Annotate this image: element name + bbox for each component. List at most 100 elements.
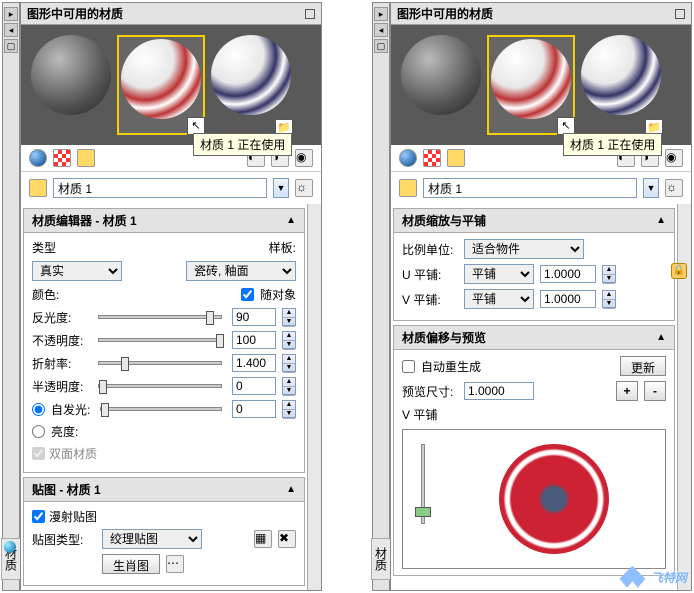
opacity-slider[interactable] bbox=[98, 338, 222, 342]
texture-icon-1[interactable]: ▦ bbox=[254, 530, 272, 548]
collapse-icon[interactable]: ▲ bbox=[286, 215, 296, 226]
translucency-slider[interactable] bbox=[98, 384, 222, 388]
vtile-value[interactable] bbox=[540, 290, 596, 308]
name-extra-icon-r[interactable]: ☼ bbox=[665, 179, 683, 197]
selfillum-value[interactable] bbox=[232, 400, 276, 418]
new-material-icon-r[interactable] bbox=[399, 149, 417, 167]
collapse-icon[interactable]: ▲ bbox=[286, 484, 296, 495]
textures-rollout: 贴图 - 材质 1 ▲ 漫射贴图 贴图类型: 绞理贴图 bbox=[23, 477, 305, 586]
lock-icon[interactable]: 🔒 bbox=[671, 263, 677, 279]
per-object-checkbox[interactable] bbox=[241, 288, 254, 301]
zoom-in-button[interactable]: + bbox=[616, 381, 638, 401]
template-select[interactable]: 瓷砖, 釉面 bbox=[186, 261, 296, 281]
panel-menu-icon-r[interactable] bbox=[675, 9, 685, 19]
vtile-spinner[interactable]: ▲▼ bbox=[602, 290, 616, 308]
v-slider-thumb[interactable] bbox=[415, 507, 431, 517]
name-dropdown-arrow-r[interactable]: ▼ bbox=[643, 178, 659, 198]
zodiac-button[interactable]: 生肖图 bbox=[102, 554, 160, 574]
translucency-value[interactable] bbox=[232, 377, 276, 395]
collapse-icon[interactable]: ▲ bbox=[656, 332, 666, 343]
reflectivity-label: 反光度: bbox=[32, 309, 88, 326]
tab-icon-3r[interactable]: ▢ bbox=[374, 39, 388, 53]
refraction-value[interactable] bbox=[232, 354, 276, 372]
panel-title-right: 图形中可用的材质 bbox=[391, 3, 691, 25]
scaling-rollout: 材质缩放与平铺 ▲ 比例单位: 适合物件 U 平铺: 平铺 bbox=[393, 208, 675, 321]
autoregen-label: 自动重生成 bbox=[421, 358, 481, 375]
folder-icon-r[interactable] bbox=[447, 149, 465, 167]
panel-title-text: 图形中可用的材质 bbox=[27, 5, 123, 22]
twosided-checkbox bbox=[32, 447, 45, 460]
tab-icon-2r[interactable]: ◂ bbox=[374, 23, 388, 37]
brightness-label: 亮度: bbox=[51, 423, 78, 440]
swatch-blue-r[interactable]: 📁 bbox=[581, 35, 661, 135]
preview-size-label: 预览尺寸: bbox=[402, 383, 458, 400]
utile-spinner[interactable]: ▲▼ bbox=[602, 265, 616, 283]
refraction-spinner[interactable]: ▲▼ bbox=[282, 354, 296, 372]
vtile-label: V 平铺: bbox=[402, 291, 458, 308]
tab-icon-1[interactable]: ▸ bbox=[4, 7, 18, 21]
swatch-selected[interactable]: ↖ bbox=[117, 35, 205, 135]
preview-area bbox=[402, 429, 666, 569]
refraction-slider[interactable] bbox=[98, 361, 222, 365]
new-material-icon[interactable] bbox=[29, 149, 47, 167]
collapse-icon[interactable]: ▲ bbox=[656, 215, 666, 226]
vtile-mode-select[interactable]: 平铺 bbox=[464, 289, 534, 309]
panel-title-text-r: 图形中可用的材质 bbox=[397, 5, 493, 22]
scaling-header[interactable]: 材质缩放与平铺 ▲ bbox=[394, 209, 674, 233]
material-name-input[interactable] bbox=[53, 178, 267, 198]
tab-icon-1r[interactable]: ▸ bbox=[374, 7, 388, 21]
left-side-tabs: ▸ ◂ ▢ 材质 bbox=[2, 2, 20, 591]
refraction-label: 折射率: bbox=[32, 355, 88, 372]
zoom-out-button[interactable]: - bbox=[644, 381, 666, 401]
preview-size-value[interactable] bbox=[464, 382, 534, 400]
scale-select[interactable]: 适合物件 bbox=[464, 239, 584, 259]
scrollbar-left[interactable] bbox=[307, 204, 321, 590]
opacity-spinner[interactable]: ▲▼ bbox=[282, 331, 296, 349]
reflectivity-slider[interactable] bbox=[98, 315, 222, 319]
tool-icon-3[interactable]: ◉ bbox=[295, 149, 313, 167]
texture-icon-2[interactable]: ✖ bbox=[278, 530, 296, 548]
diffuse-checkbox[interactable] bbox=[32, 510, 45, 523]
panel-menu-icon[interactable] bbox=[305, 9, 315, 19]
reflectivity-spinner[interactable]: ▲▼ bbox=[282, 308, 296, 326]
utile-mode-select[interactable]: 平铺 bbox=[464, 264, 534, 284]
swatch-gray-r[interactable] bbox=[401, 35, 481, 135]
checker-icon-r[interactable] bbox=[423, 149, 441, 167]
v-slider[interactable] bbox=[421, 444, 425, 524]
tab-icon-2[interactable]: ◂ bbox=[4, 23, 18, 37]
tool-icon-3r[interactable]: ◉ bbox=[665, 149, 683, 167]
material-editor-header[interactable]: 材质编辑器 - 材质 1 ▲ bbox=[24, 209, 304, 233]
translucency-spinner[interactable]: ▲▼ bbox=[282, 377, 296, 395]
name-dropdown-arrow[interactable]: ▼ bbox=[273, 178, 289, 198]
textures-header[interactable]: 贴图 - 材质 1 ▲ bbox=[24, 478, 304, 502]
selfillum-spinner[interactable]: ▲▼ bbox=[282, 400, 296, 418]
update-button[interactable]: 更新 bbox=[620, 356, 666, 376]
color-label: 颜色: bbox=[32, 286, 88, 303]
brightness-radio[interactable] bbox=[32, 425, 45, 438]
selfillum-radio[interactable] bbox=[32, 403, 45, 416]
name-folder-icon[interactable] bbox=[29, 179, 47, 197]
texture-extra-icon[interactable]: ⋯ bbox=[166, 555, 184, 573]
utile-value[interactable] bbox=[540, 265, 596, 283]
swatch-selected-r[interactable]: ↖ bbox=[487, 35, 575, 135]
preview-rollout: 材质偏移与预览 ▲ 自动重生成 更新 预览尺寸: bbox=[393, 325, 675, 576]
opacity-value[interactable] bbox=[232, 331, 276, 349]
vertical-tab-materials-r[interactable]: 材质 bbox=[371, 538, 392, 580]
selfillum-slider[interactable] bbox=[100, 407, 222, 411]
material-swatch-row-r: ↖ 📁 材质 1 正在使用 bbox=[391, 25, 691, 145]
swatch-gray[interactable] bbox=[31, 35, 111, 135]
tab-icon-3[interactable]: ▢ bbox=[4, 39, 18, 53]
folder-icon[interactable] bbox=[77, 149, 95, 167]
preview-header[interactable]: 材质偏移与预览 ▲ bbox=[394, 326, 674, 350]
texture-type-select[interactable]: 绞理贴图 bbox=[102, 529, 202, 549]
scrollbar-right[interactable] bbox=[677, 204, 691, 590]
type-select[interactable]: 真实 bbox=[32, 261, 122, 281]
name-extra-icon[interactable]: ☼ bbox=[295, 179, 313, 197]
checker-icon[interactable] bbox=[53, 149, 71, 167]
autoregen-checkbox[interactable] bbox=[402, 360, 415, 373]
reflectivity-value[interactable] bbox=[232, 308, 276, 326]
material-name-input-r[interactable] bbox=[423, 178, 637, 198]
status-dot-left[interactable] bbox=[4, 541, 16, 553]
swatch-blue[interactable]: 📁 bbox=[211, 35, 291, 135]
name-folder-icon-r[interactable] bbox=[399, 179, 417, 197]
